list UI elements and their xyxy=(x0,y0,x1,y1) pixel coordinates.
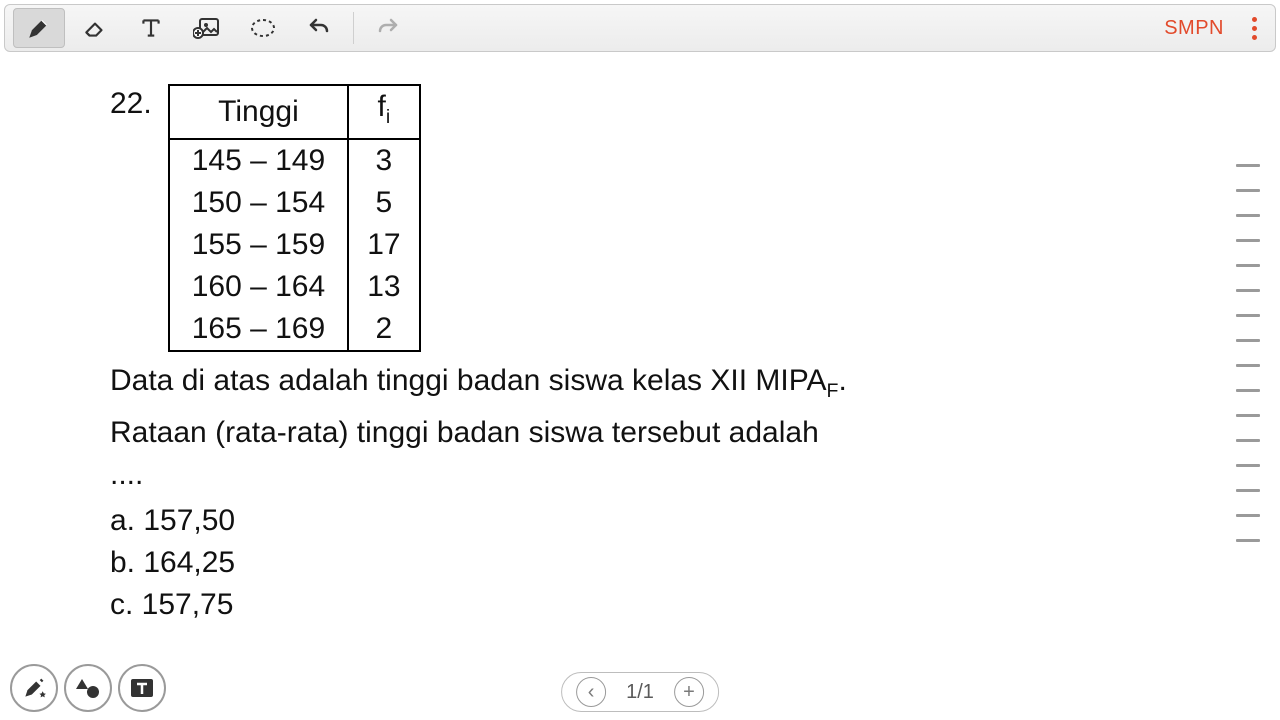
text-box-icon xyxy=(129,675,155,701)
document-content: 22. Tinggi fi 145 – 1493 150 – 1545 155 … xyxy=(110,84,847,626)
page-canvas: 22. Tinggi fi 145 – 1493 150 – 1545 155 … xyxy=(0,60,1280,720)
brand-label: SMPN xyxy=(1164,17,1224,40)
table-row: 150 – 1545 xyxy=(169,182,420,224)
option-b: b. 164,25 xyxy=(110,542,847,584)
redo-icon xyxy=(376,16,400,40)
floating-tools xyxy=(10,664,166,712)
margin-ticks xyxy=(1236,164,1260,542)
pen-tool[interactable] xyxy=(13,8,65,48)
chevron-left-icon: ‹ xyxy=(588,682,595,702)
more-menu-button[interactable] xyxy=(1242,17,1267,40)
pen-preset-button[interactable] xyxy=(10,664,58,712)
table-row: 145 – 1493 xyxy=(169,139,420,182)
add-image-icon xyxy=(193,16,221,40)
pen-icon xyxy=(26,15,52,41)
text-icon xyxy=(138,15,164,41)
text-preset-button[interactable] xyxy=(118,664,166,712)
plus-icon: + xyxy=(683,682,695,702)
more-icon xyxy=(1252,17,1257,22)
page-navigator: ‹ 1/1 + xyxy=(561,672,719,712)
table-header-tinggi: Tinggi xyxy=(169,85,348,139)
undo-icon xyxy=(307,16,331,40)
shapes-icon xyxy=(75,675,101,701)
option-a: a. 157,50 xyxy=(110,500,847,542)
toolbar-separator xyxy=(353,12,354,44)
question-body: Data di atas adalah tinggi badan siswa k… xyxy=(110,360,847,496)
lasso-tool[interactable] xyxy=(237,8,289,48)
question-number: 22. xyxy=(110,84,152,124)
add-page-button[interactable]: + xyxy=(674,677,704,707)
eraser-tool[interactable] xyxy=(69,8,121,48)
table-header-fi: fi xyxy=(348,85,419,139)
frequency-table: Tinggi fi 145 – 1493 150 – 1545 155 – 15… xyxy=(168,84,421,352)
redo-button[interactable] xyxy=(362,8,414,48)
top-toolbar: SMPN xyxy=(4,4,1276,52)
prev-page-button[interactable]: ‹ xyxy=(576,677,606,707)
undo-button[interactable] xyxy=(293,8,345,48)
page-indicator: 1/1 xyxy=(626,681,654,704)
eraser-icon xyxy=(82,15,108,41)
table-row: 155 – 15917 xyxy=(169,224,420,266)
lasso-icon xyxy=(249,17,277,39)
pen-star-icon xyxy=(21,675,47,701)
shape-preset-button[interactable] xyxy=(64,664,112,712)
answer-options: a. 157,50 b. 164,25 c. 157,75 xyxy=(110,500,847,626)
table-row: 165 – 1692 xyxy=(169,308,420,351)
add-image-tool[interactable] xyxy=(181,8,233,48)
table-row: 160 – 16413 xyxy=(169,266,420,308)
text-tool[interactable] xyxy=(125,8,177,48)
option-c: c. 157,75 xyxy=(110,584,847,626)
